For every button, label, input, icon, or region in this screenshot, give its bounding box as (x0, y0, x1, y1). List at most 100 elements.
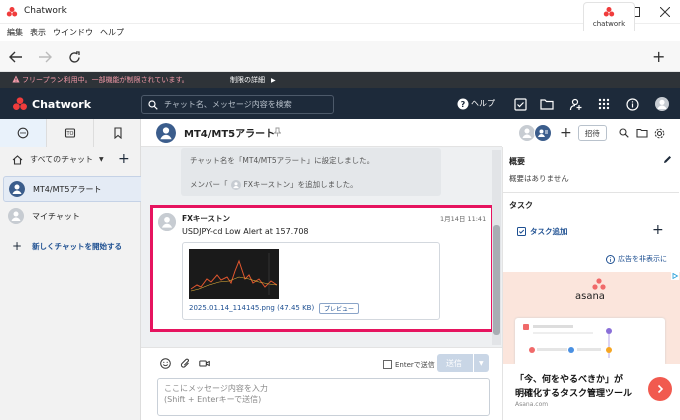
chat-settings-gear-icon[interactable] (654, 128, 665, 139)
mention-icon: TO (64, 128, 76, 138)
system-msg-prefix: メンバー「 (190, 180, 228, 189)
chat-files-folder-icon[interactable] (636, 128, 648, 138)
ad-url: Asana.com (515, 401, 549, 408)
folder-icon[interactable] (539, 96, 555, 112)
apps-grid-icon[interactable] (596, 96, 612, 112)
pin-icon[interactable] (274, 127, 281, 137)
enter-to-send-checkbox[interactable] (383, 360, 392, 369)
warning-icon (12, 75, 20, 83)
new-chat-button[interactable]: + 新しくチャットを開始する (12, 239, 122, 253)
attachment-file-link[interactable]: 2025.01.14_114145.png (47.45 KB) (189, 304, 314, 312)
tab-bookmarks[interactable] (94, 119, 141, 147)
send-button[interactable]: 送信 ▼ (437, 354, 489, 372)
svg-text:?: ? (461, 100, 466, 109)
room-avatar (9, 181, 25, 197)
chat-bubble-icon (17, 127, 29, 139)
forward-arrow-icon[interactable] (35, 47, 55, 67)
attach-file-icon[interactable] (180, 358, 191, 369)
invite-button[interactable]: 招待 (577, 125, 607, 141)
close-window-button[interactable] (650, 0, 680, 24)
browser-tab-chatwork[interactable]: chatwork (583, 2, 635, 31)
info-icon[interactable] (624, 96, 640, 112)
emoji-icon[interactable] (160, 358, 171, 369)
panel-divider (503, 192, 679, 193)
brand-logo[interactable]: Chatwork (12, 96, 91, 112)
help-label[interactable]: ヘルプ (471, 98, 495, 109)
message-input-box[interactable] (157, 378, 490, 416)
overview-title: 概要 (509, 157, 525, 166)
search-icon (148, 99, 158, 110)
ad-headline-line2: 明確化するタスク管理ツール (515, 389, 633, 399)
tab-chats[interactable] (0, 119, 47, 147)
preview-button[interactable]: プレビュー (319, 303, 360, 314)
asana-logo-icon (592, 278, 606, 290)
menu-item-window[interactable]: ウインドウ (53, 27, 93, 38)
add-task-plus-icon[interactable]: + (652, 222, 664, 238)
member-list-icon[interactable] (534, 124, 552, 142)
chatwork-tab-logo-icon (603, 7, 615, 17)
chatwork-brand-icon (13, 97, 27, 110)
new-chat-label: 新しくチャットを開始する (32, 241, 122, 251)
tab-mentions[interactable]: TO (47, 119, 94, 147)
add-member-plus-icon[interactable]: + (560, 125, 572, 141)
ad-arrow-button[interactable] (648, 377, 672, 401)
chevron-right-icon (657, 384, 664, 394)
caret-right-icon: ▶ (271, 76, 276, 84)
contacts-icon[interactable] (567, 96, 583, 112)
chart-thumbnail-image[interactable] (189, 249, 279, 299)
browser-tab-label: chatwork (592, 20, 626, 28)
system-msg-suffix: 」を追加しました。 (290, 180, 358, 189)
navigation-bar: + (0, 41, 680, 72)
search-box[interactable] (141, 95, 334, 114)
sidebar-item-my-chat[interactable]: マイチャット (3, 203, 157, 229)
ad-app-screenshot (515, 318, 665, 364)
overview-text: 概要はありません (509, 174, 569, 183)
reload-icon[interactable] (64, 47, 84, 67)
ad-choices-icon[interactable] (671, 272, 679, 280)
room-avatar (8, 208, 24, 224)
back-arrow-icon[interactable] (6, 47, 26, 67)
task-title: タスク (509, 201, 533, 210)
message-body: USDJPY-cd Low Alert at 157.708 (182, 227, 309, 236)
menu-bar: 編集 表示 ウインドウ ヘルプ (0, 24, 680, 41)
chat-header-actions: + 招待 (518, 122, 678, 144)
menu-item-help[interactable]: ヘルプ (100, 27, 124, 38)
plan-banner: フリープラン利用中。一部機能が制限されています。 制限の詳細 ▶ (0, 72, 680, 88)
brand-name: Chatwork (32, 97, 92, 111)
help-icon[interactable]: ? (455, 96, 471, 112)
all-chats-filter[interactable]: すべてのチャット ▼ (12, 154, 104, 165)
video-call-icon[interactable] (199, 358, 210, 369)
message-timestamp: 1月14日 11:41 (440, 215, 487, 223)
banner-link-label: 制限の詳細 (230, 76, 265, 84)
chat-search-icon[interactable] (619, 128, 629, 138)
user-avatar-icon[interactable] (654, 96, 670, 112)
hide-ad-link[interactable]: 広告を非表示に (606, 254, 667, 264)
sender-avatar[interactable] (158, 213, 176, 231)
edit-overview-pencil-icon[interactable] (663, 155, 672, 164)
chat-title: MT4/MT5アラート (184, 129, 276, 140)
banner-text: フリープラン利用中。一部機能が制限されています。 (22, 76, 189, 84)
message-input[interactable] (158, 379, 489, 415)
window-title: Chatwork (24, 6, 67, 16)
menu-item-view[interactable]: 表示 (30, 27, 46, 38)
sidebar-item-mt4-mt5-alert[interactable]: MT4/MT5アラート (3, 176, 157, 202)
message-sender[interactable]: FXキーストン (182, 213, 230, 224)
new-tab-plus-icon[interactable]: + (652, 47, 665, 66)
menu-item-edit[interactable]: 編集 (7, 27, 23, 38)
send-options-caret-icon[interactable]: ▼ (479, 360, 484, 367)
task-checkbox-icon[interactable] (512, 96, 528, 112)
add-chat-plus-icon[interactable]: + (118, 151, 130, 167)
send-label: 送信 (446, 358, 462, 368)
send-button-divider (473, 354, 474, 372)
all-chats-label: すべてのチャット (30, 155, 94, 164)
window-title-bar: Chatwork (0, 0, 680, 24)
room-label: マイチャット (32, 211, 80, 221)
enter-to-send-label[interactable]: Enterで送信 (395, 360, 435, 370)
banner-limit-details-link[interactable]: 制限の詳細 ▶ (230, 75, 276, 85)
system-msg-member: FXキーストン (243, 180, 291, 189)
hide-ad-label: 広告を非表示に (618, 255, 667, 263)
add-task-button[interactable]: タスク追加 (517, 226, 568, 237)
dropdown-caret-icon: ▼ (99, 156, 104, 163)
search-input[interactable] (164, 100, 324, 109)
timeline-scrollbar-thumb[interactable] (493, 225, 500, 335)
